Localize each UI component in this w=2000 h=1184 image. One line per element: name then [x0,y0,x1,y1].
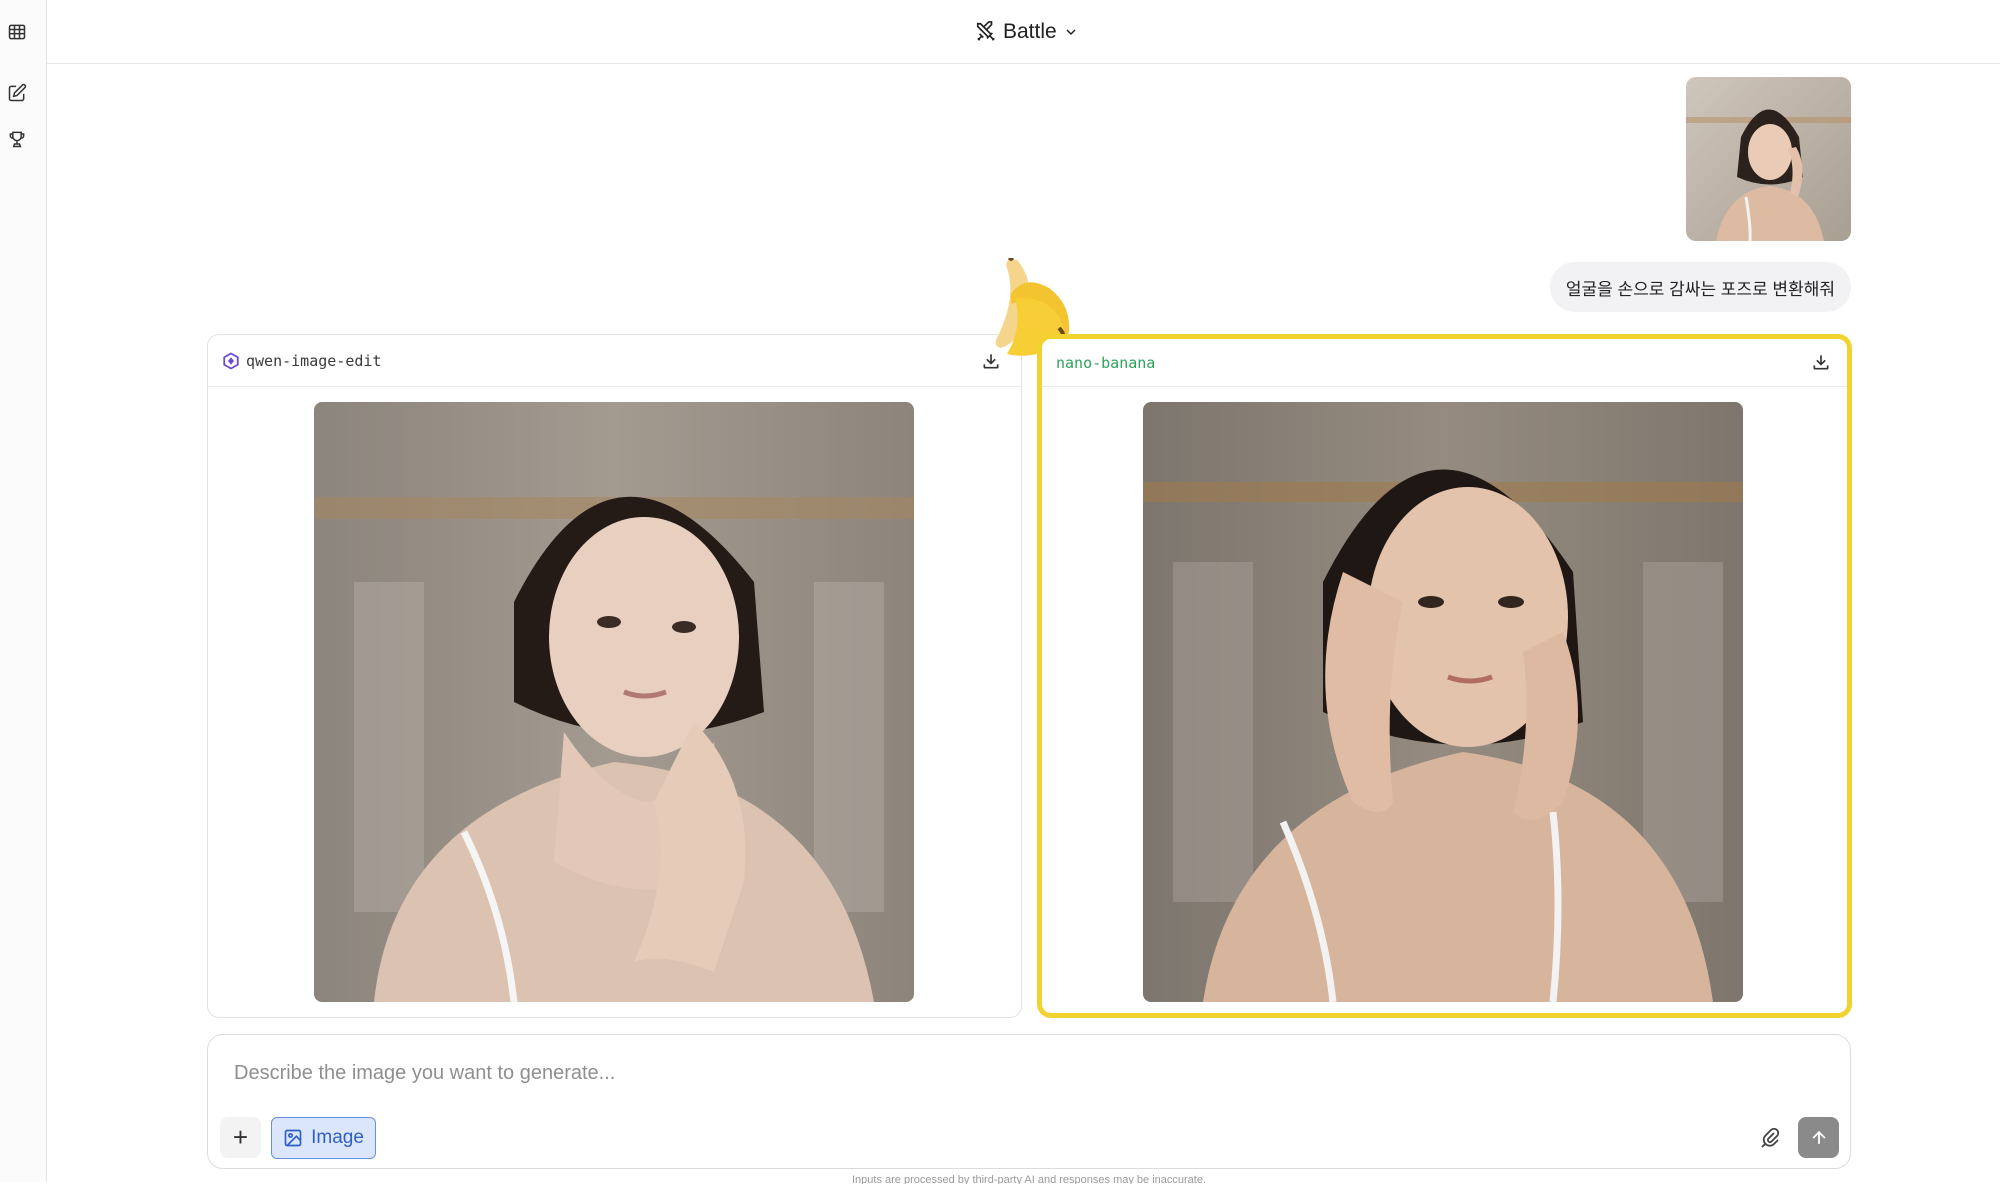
response-card-header: nano-banana [1042,339,1847,387]
top-bar: Battle [47,0,2000,64]
plus-icon: + [232,1122,249,1152]
generated-image[interactable] [1143,402,1743,1002]
model-name: qwen-image-edit [246,351,382,370]
user-prompt-bubble: 얼굴을 손으로 감싸는 포즈로 변환해줘 [1549,262,1851,312]
leaderboard-table-icon[interactable] [4,19,30,45]
model-name: nano-banana [1056,353,1156,372]
qwen-logo-icon [223,351,239,370]
new-chat-icon[interactable] [4,80,30,106]
prompt-composer: + Image [207,1034,1851,1169]
trophy-icon[interactable] [4,126,30,152]
sidebar [0,0,47,1182]
arrow-up-icon [1812,1130,1825,1144]
attach-tool-icon[interactable] [1754,1121,1788,1155]
response-card-b[interactable]: nano-banana [1037,334,1852,1018]
generated-image[interactable] [314,402,914,1002]
mode-label: Battle [1003,20,1057,43]
swords-icon [976,21,995,41]
image-mode-toggle[interactable]: Image [271,1117,376,1159]
response-card-header: qwen-image-edit [208,335,1021,387]
mode-switch[interactable]: Battle [975,16,1079,48]
chevron-down-icon [1066,29,1076,36]
uploaded-image[interactable] [1686,77,1851,241]
image-chip-label: Image [311,1127,364,1148]
download-icon[interactable] [1809,350,1833,374]
add-attachment-button[interactable]: + [220,1117,261,1158]
response-card-a[interactable]: qwen-image-edit [207,334,1022,1018]
disclaimer-text: Inputs are processed by third-party AI a… [851,1174,1207,1184]
image-icon [284,1129,302,1147]
send-button[interactable] [1798,1117,1839,1158]
user-prompt-text: 얼굴을 손으로 감싸는 포즈로 변환해줘 [1565,279,1835,299]
prompt-input[interactable] [234,1057,1434,1089]
